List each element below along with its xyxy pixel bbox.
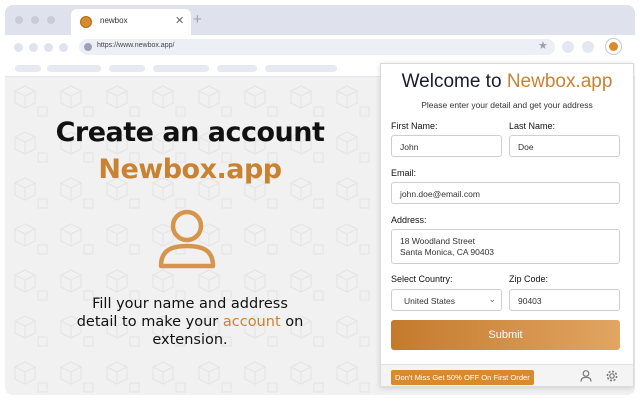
gear-icon[interactable] <box>605 369 619 383</box>
address-field[interactable]: 18 Woodland Street Santa Monica, CA 9040… <box>391 229 620 264</box>
email-label: Email: <box>391 168 416 178</box>
email-field[interactable]: john.doe@email.com <box>391 182 620 204</box>
toolbar-button[interactable] <box>582 41 594 53</box>
popup-footer: Don't Miss Get 50% OFF On First Order <box>381 364 633 386</box>
bookmark-item[interactable] <box>47 65 101 72</box>
window-control-minimize[interactable] <box>31 16 39 24</box>
chevron-down-icon: ⌄ <box>488 294 496 305</box>
window-control-close[interactable] <box>15 16 23 24</box>
tab-title: newbox <box>100 16 128 25</box>
popup-title-text: Welcome to <box>402 71 507 92</box>
country-select-value: United States <box>404 296 455 306</box>
last-name-label: Last Name: <box>509 121 555 131</box>
hero-description: Fill your name and address detail to mak… <box>55 295 325 349</box>
newbox-favicon-icon <box>80 16 92 28</box>
bookmark-item[interactable] <box>109 65 145 72</box>
address-bar[interactable]: https://www.newbox.app/ ★ <box>79 39 555 55</box>
hero-desc-line: detail to make your account on <box>55 313 325 331</box>
address-line: 18 Woodland Street <box>400 236 611 247</box>
popup-title-brand: Newbox.app <box>507 71 613 92</box>
country-select[interactable]: United States ⌄ <box>391 289 502 311</box>
tab-close-icon[interactable]: ✕ <box>175 14 184 27</box>
url-text: https://www.newbox.app/ <box>97 42 174 49</box>
bookmark-item[interactable] <box>217 65 257 72</box>
submit-button[interactable]: Submit <box>391 320 620 350</box>
address-label: Address: <box>391 215 427 225</box>
popup-subtitle: Please enter your detail and get your ad… <box>381 100 633 110</box>
browser-tab[interactable]: newbox ✕ <box>71 9 191 35</box>
tab-bar: newbox ✕ + <box>5 5 635 35</box>
extension-popup: Welcome to Newbox.app Please enter your … <box>380 63 634 387</box>
zip-label: Zip Code: <box>509 274 548 284</box>
reload-button[interactable] <box>44 43 53 52</box>
hero-title: Create an account <box>45 117 335 148</box>
popup-title: Welcome to Newbox.app <box>381 71 633 93</box>
newbox-extension-icon[interactable] <box>605 38 622 55</box>
hero-brand: Newbox.app <box>45 154 335 185</box>
promo-badge[interactable]: Don't Miss Get 50% OFF On First Order <box>391 370 534 385</box>
bookmark-item[interactable] <box>153 65 209 72</box>
hero-desc-accent: account <box>223 314 281 330</box>
back-button[interactable] <box>14 43 23 52</box>
address-line: Santa Monica, CA 90403 <box>400 247 611 258</box>
site-info-icon[interactable] <box>84 43 92 51</box>
new-tab-button[interactable]: + <box>193 11 202 28</box>
bookmark-item[interactable] <box>265 65 337 72</box>
hero-desc-text: on <box>281 314 304 330</box>
home-button[interactable] <box>59 43 68 52</box>
zip-field[interactable]: 90403 <box>509 289 620 311</box>
bookmark-star-icon[interactable]: ★ <box>538 39 548 52</box>
user-account-icon <box>153 206 221 274</box>
hero-desc-line: Fill your name and address <box>55 295 325 313</box>
browser-window: newbox ✕ + https://www.newbox.app/ ★ <box>5 5 635 395</box>
forward-button[interactable] <box>29 43 38 52</box>
first-name-field[interactable]: John <box>391 135 502 157</box>
toolbar-button[interactable] <box>562 41 574 53</box>
country-label: Select Country: <box>391 274 453 284</box>
browser-toolbar: https://www.newbox.app/ ★ <box>5 35 635 59</box>
hero-desc-text: detail to make your <box>77 314 223 330</box>
window-control-maximize[interactable] <box>47 16 55 24</box>
hero-desc-line: extension. <box>55 331 325 349</box>
last-name-field[interactable]: Doe <box>509 135 620 157</box>
bookmark-item[interactable] <box>15 65 41 72</box>
user-icon[interactable] <box>579 369 593 383</box>
first-name-label: First Name: <box>391 121 438 131</box>
